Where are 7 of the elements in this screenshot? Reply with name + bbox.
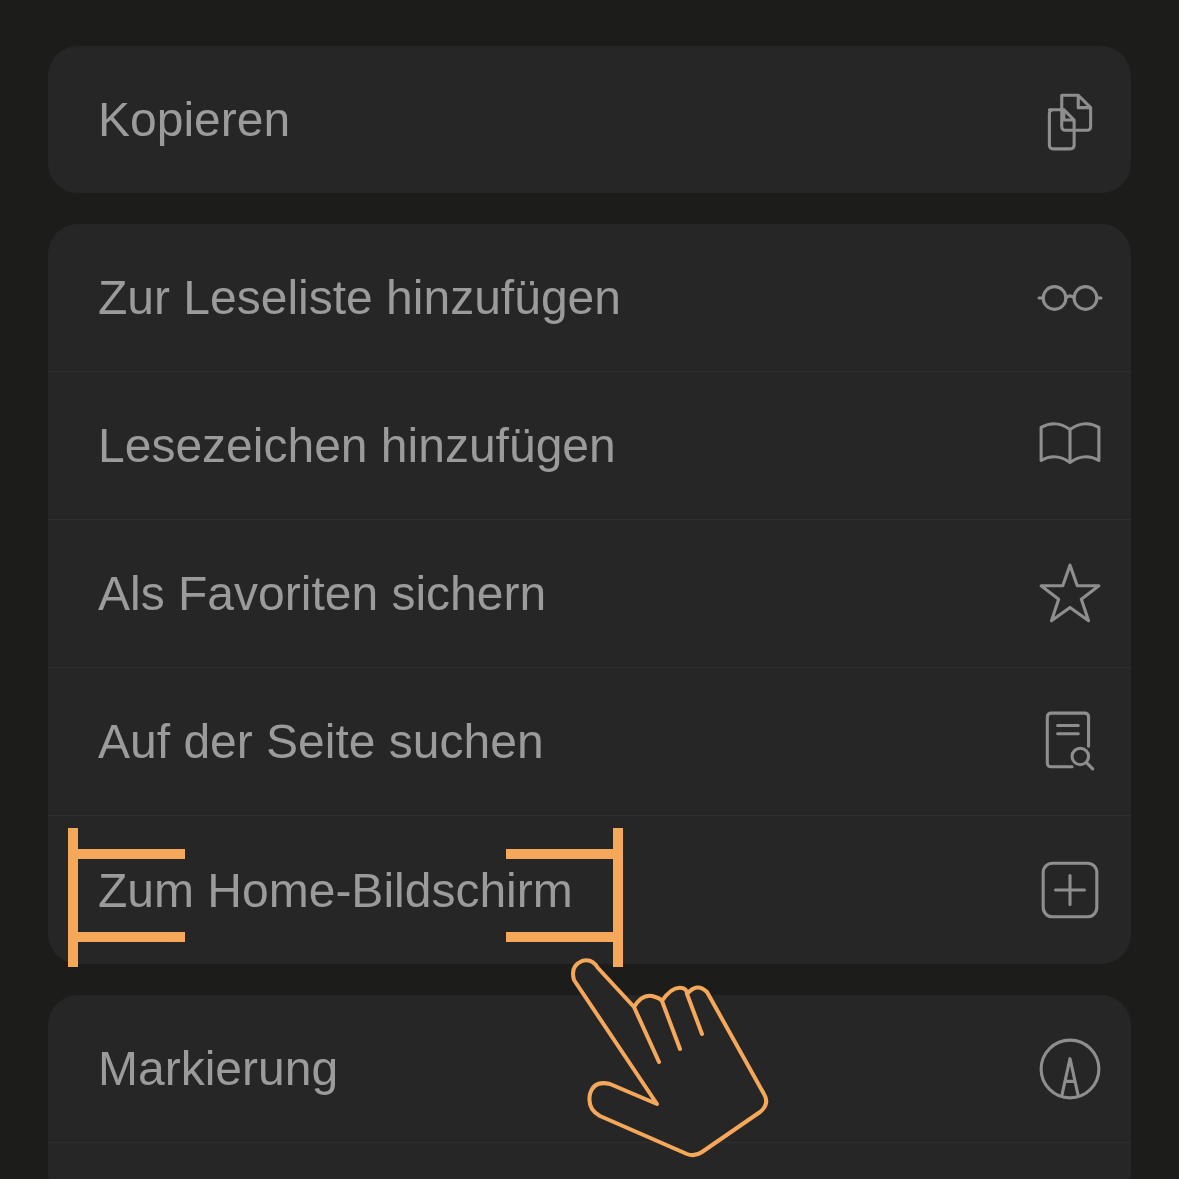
menu-item-label[interactable]: Markierung	[98, 1041, 339, 1096]
menu-item-label[interactable]: Zum Home-Bildschirm	[98, 862, 573, 918]
menu-item-label[interactable]: Zur Leseliste hinzufügen	[98, 270, 621, 325]
menu-item-label[interactable]: Lesezeichen hinzufügen	[98, 418, 616, 473]
menu-item-label[interactable]: Auf der Seite suchen	[98, 714, 544, 769]
menu-item-label[interactable]: Kopieren	[98, 92, 291, 147]
menu-item-label[interactable]: Als Favoriten sichern	[98, 566, 547, 621]
